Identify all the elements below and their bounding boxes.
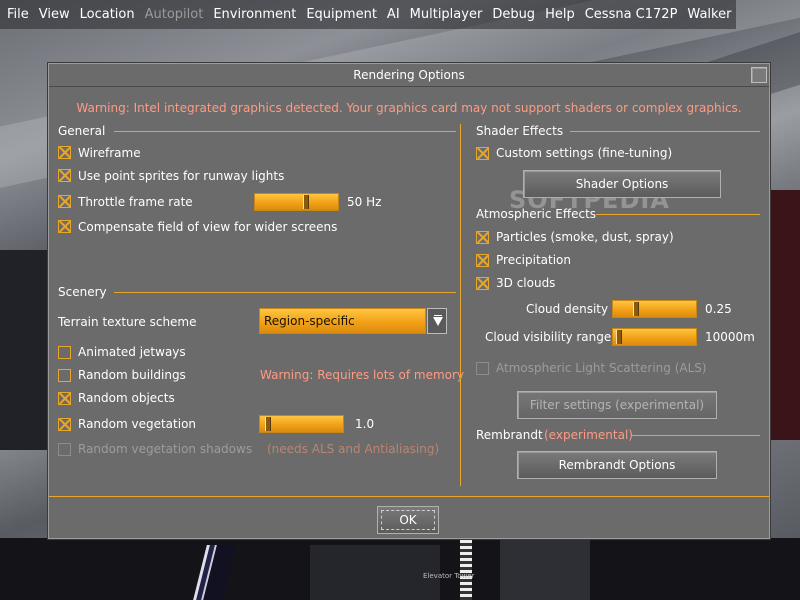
cloud-density-label: Cloud density: [526, 302, 609, 316]
menu-ai[interactable]: AI: [382, 0, 405, 29]
vegetation-shadows-checkbox[interactable]: [58, 443, 71, 456]
particles-label: Particles (smoke, dust, spray): [496, 230, 674, 244]
filter-settings-button[interactable]: Filter settings (experimental): [517, 391, 717, 419]
section-heading: General: [58, 124, 106, 138]
terrain-scheme-value: Region-specific: [264, 314, 355, 328]
slider-thumb[interactable]: [303, 195, 309, 209]
rembrandt-options-button[interactable]: Rembrandt Options: [517, 451, 717, 479]
wireframe-label: Wireframe: [78, 146, 141, 160]
precipitation-checkbox[interactable]: [476, 254, 489, 267]
menu-help[interactable]: Help: [540, 0, 580, 29]
section-rule: [114, 292, 456, 293]
menu-debug[interactable]: Debug: [487, 0, 540, 29]
random-vegetation-label: Random vegetation: [78, 417, 197, 431]
cloud-visibility-slider[interactable]: [612, 328, 697, 346]
combo-dropdown-button[interactable]: [427, 308, 447, 334]
compensate-fov-checkbox[interactable]: [58, 220, 71, 233]
random-objects-checkbox[interactable]: [58, 392, 71, 405]
cloud-visibility-label: Cloud visibility range: [485, 330, 612, 344]
section-scenery: Scenery: [58, 285, 456, 299]
clouds-3d-checkbox[interactable]: [476, 277, 489, 290]
column-divider: [460, 124, 461, 486]
vegetation-shadows-label: Random vegetation shadows: [78, 442, 253, 456]
section-heading: Atmospheric Effects: [476, 207, 597, 221]
dialog-titlebar[interactable]: Rendering Options: [49, 64, 769, 87]
als-checkbox[interactable]: [476, 362, 489, 375]
menu-multiplayer[interactable]: Multiplayer: [405, 0, 488, 29]
section-heading: Shader Effects: [476, 124, 564, 138]
throttle-checkbox[interactable]: [58, 195, 71, 208]
wireframe-checkbox[interactable]: [58, 146, 71, 159]
close-icon[interactable]: [751, 67, 767, 83]
precipitation-label: Precipitation: [496, 253, 572, 267]
scene-sign: Elevator Tower: [423, 572, 475, 580]
section-rule: [596, 214, 760, 215]
tower: [460, 540, 472, 600]
building: [500, 540, 590, 600]
section-rembrandt: Rembrandt (experimental): [476, 428, 761, 442]
cloud-density-slider[interactable]: [612, 300, 697, 318]
random-buildings-label: Random buildings: [78, 368, 186, 382]
shadows-note: (needs ALS and Antialiasing): [267, 442, 440, 456]
focus-ring: [381, 510, 435, 530]
cloud-visibility-value: 10000m: [705, 330, 755, 344]
rendering-options-dialog: Rendering Options Warning: Intel integra…: [48, 63, 770, 539]
section-rule: [631, 435, 760, 436]
terrain-scheme-combo[interactable]: Region-specific: [259, 308, 426, 334]
section-shader-effects: Shader Effects: [476, 124, 761, 138]
menu-file[interactable]: File: [2, 0, 34, 29]
section-heading: Rembrandt: [476, 428, 543, 442]
section-general: General: [58, 124, 456, 138]
point-sprites-label: Use point sprites for runway lights: [78, 169, 285, 183]
point-sprites-checkbox[interactable]: [58, 169, 71, 182]
dialog-title: Rendering Options: [353, 68, 465, 82]
terrain-scheme-label: Terrain texture scheme: [58, 315, 197, 329]
slider-thumb[interactable]: [265, 417, 271, 431]
particles-checkbox[interactable]: [476, 231, 489, 244]
vegetation-density-slider[interactable]: [259, 415, 344, 433]
menu-equipment[interactable]: Equipment: [301, 0, 382, 29]
button-row-divider: [49, 496, 769, 497]
section-rule: [114, 131, 456, 132]
menu-autopilot[interactable]: Autopilot: [140, 0, 209, 29]
menubar: File View Location Autopilot Environment Equi…: [0, 0, 737, 29]
throttle-label: Throttle frame rate: [78, 195, 193, 209]
menu-walker[interactable]: Walker: [682, 0, 736, 29]
section-atmospheric-effects: Atmospheric Effects: [476, 207, 761, 221]
building: [310, 545, 440, 600]
clouds-3d-label: 3D clouds: [496, 276, 556, 290]
menu-cessna-c172p[interactable]: Cessna C172P: [580, 0, 683, 29]
custom-settings-checkbox[interactable]: [476, 147, 489, 160]
compensate-fov-label: Compensate field of view for wider scree…: [78, 220, 338, 234]
menu-environment[interactable]: Environment: [208, 0, 301, 29]
menu-location[interactable]: Location: [75, 0, 140, 29]
ok-button[interactable]: OK: [377, 506, 439, 534]
random-objects-label: Random objects: [78, 391, 175, 405]
cloud-density-value: 0.25: [705, 302, 732, 316]
section-heading: Scenery: [58, 285, 107, 299]
als-label: Atmospheric Light Scattering (ALS): [496, 361, 707, 375]
memory-warning: Warning: Requires lots of memory: [260, 368, 465, 382]
experimental-note: (experimental): [544, 428, 633, 442]
animated-jetways-checkbox[interactable]: [58, 346, 71, 359]
animated-jetways-label: Animated jetways: [78, 345, 186, 359]
custom-settings-label: Custom settings (fine-tuning): [496, 146, 673, 160]
random-buildings-checkbox[interactable]: [58, 369, 71, 382]
section-rule: [570, 131, 760, 132]
menu-view[interactable]: View: [34, 0, 75, 29]
throttle-value: 50 Hz: [347, 195, 382, 209]
random-vegetation-checkbox[interactable]: [58, 418, 71, 431]
graphics-warning: Warning: Intel integrated graphics detec…: [76, 101, 742, 115]
throttle-slider[interactable]: [254, 193, 339, 211]
vegetation-value: 1.0: [355, 417, 375, 431]
slider-thumb[interactable]: [616, 330, 622, 344]
chevron-down-icon: [433, 317, 443, 326]
shader-options-button[interactable]: Shader Options: [523, 170, 721, 198]
slider-thumb[interactable]: [633, 302, 639, 316]
chevron-down-icon: [434, 315, 442, 316]
